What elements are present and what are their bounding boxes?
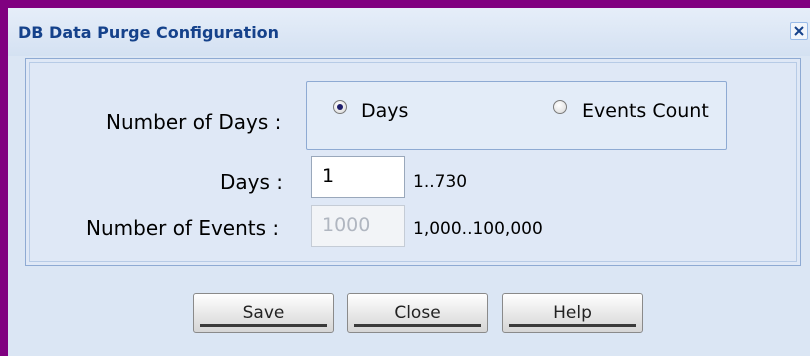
close-icon[interactable] bbox=[790, 22, 808, 40]
number-of-days-label: Number of Days : bbox=[106, 110, 282, 134]
events-input[interactable]: 1000 bbox=[311, 205, 405, 247]
radio-selected-dot bbox=[337, 104, 343, 110]
radio-days[interactable] bbox=[333, 100, 347, 114]
days-range: 1..730 bbox=[413, 172, 468, 192]
radio-events-count-label[interactable]: Events Count bbox=[582, 100, 709, 122]
save-button[interactable]: Save bbox=[193, 293, 334, 333]
days-label: Days : bbox=[220, 170, 284, 194]
events-range: 1,000..100,000 bbox=[413, 219, 543, 239]
days-input[interactable]: 1 bbox=[311, 156, 405, 198]
radio-days-label[interactable]: Days bbox=[361, 100, 408, 122]
dialog-title: DB Data Purge Configuration bbox=[18, 23, 280, 42]
close-button-label: Close bbox=[394, 303, 441, 323]
dialog-titlebar: DB Data Purge Configuration bbox=[8, 8, 810, 56]
close-button[interactable]: Close bbox=[347, 293, 488, 333]
save-button-label: Save bbox=[242, 303, 285, 323]
radio-events-count[interactable] bbox=[553, 100, 567, 114]
help-button[interactable]: Help bbox=[502, 293, 643, 333]
help-button-label: Help bbox=[553, 303, 592, 323]
number-of-events-label: Number of Events : bbox=[86, 216, 280, 240]
